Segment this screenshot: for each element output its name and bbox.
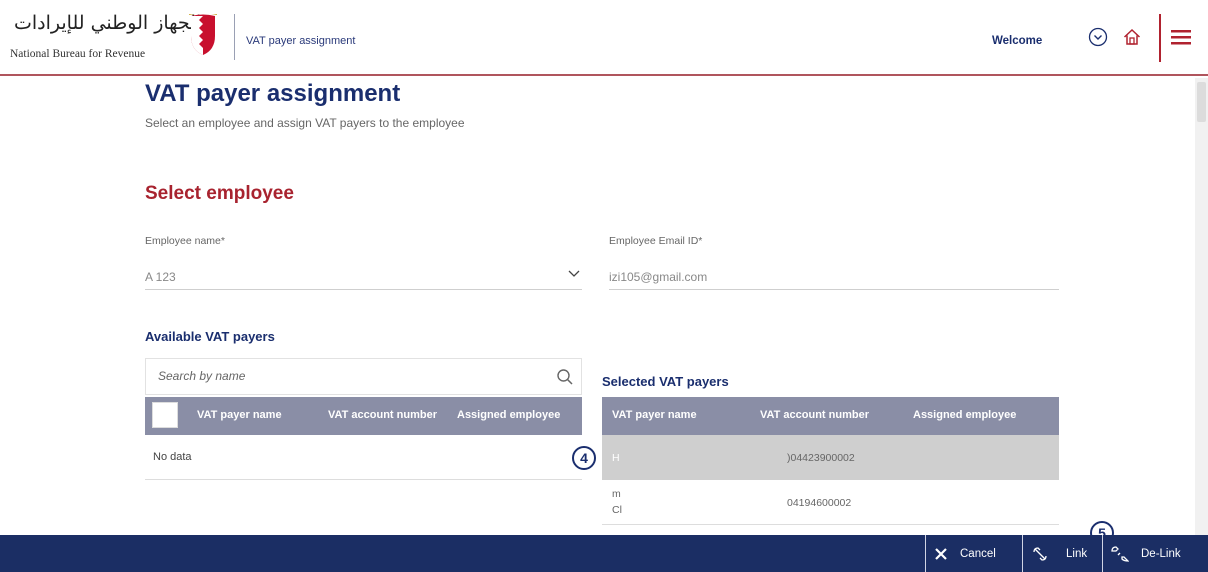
app-header: الجهاز الوطني للإيرادات National Bureau …	[0, 0, 1208, 76]
vat-payer-name-cell: m	[612, 488, 621, 500]
welcome-label[interactable]: Welcome	[992, 35, 1042, 47]
chevron-down-icon	[568, 270, 580, 277]
employee-email-underline	[609, 289, 1059, 290]
col-vat-account-number[interactable]: VAT account number	[760, 409, 869, 421]
close-icon	[935, 547, 947, 560]
page-subtitle: Select an employee and assign VAT payers…	[145, 116, 465, 130]
select-employee-title: Select employee	[145, 183, 294, 204]
employee-email-label: Employee Email ID*	[609, 235, 703, 247]
action-divider	[1102, 535, 1103, 572]
employee-name-label: Employee name*	[145, 235, 225, 247]
cancel-button[interactable]: Cancel	[934, 535, 996, 572]
delink-label: De-Link	[1141, 547, 1181, 560]
vat-payer-name-cell-line2: Cl	[612, 504, 622, 516]
col-vat-payer-name[interactable]: VAT payer name	[197, 409, 282, 421]
scrollbar-thumb[interactable]	[1197, 82, 1206, 122]
employee-email-field[interactable]: izi105@gmail.com	[609, 260, 1059, 290]
page-scrollbar[interactable]	[1195, 78, 1208, 535]
action-bar: Cancel Link De-Link	[0, 535, 1208, 572]
vat-payer-name-cell: H	[612, 452, 620, 464]
hamburger-menu-icon[interactable]	[1168, 24, 1194, 50]
logo-arabic-text: الجهاز الوطني للإيرادات	[14, 12, 202, 34]
vat-account-number-cell: 04194600002	[787, 497, 852, 509]
col-vat-account-number[interactable]: VAT account number	[328, 409, 437, 421]
employee-name-value: A 123	[145, 270, 176, 284]
chevron-down-icon[interactable]	[1085, 24, 1111, 50]
unlink-icon	[1111, 545, 1129, 562]
link-label: Link	[1066, 547, 1088, 560]
menu-divider	[1159, 14, 1161, 62]
vat-account-number-cell: )04423900002	[787, 452, 855, 464]
table-row[interactable]: H )04423900002	[602, 435, 1059, 480]
logo-english-text: National Bureau for Revenue	[10, 48, 146, 60]
available-table-header: VAT payer name VAT account number Assign…	[145, 397, 582, 435]
employee-email-value: izi105@gmail.com	[609, 270, 708, 284]
annotation-badge-4: 4	[572, 446, 596, 470]
link-icon	[1033, 546, 1047, 561]
bahrain-emblem-icon	[189, 14, 217, 55]
selected-table-header: VAT payer name VAT account number Assign…	[602, 397, 1059, 435]
search-box	[145, 358, 582, 395]
available-vat-payers-title: Available VAT payers	[145, 329, 275, 344]
header-divider	[234, 14, 235, 60]
cancel-label: Cancel	[960, 547, 996, 560]
select-all-checkbox[interactable]	[152, 402, 178, 428]
home-icon[interactable]	[1119, 24, 1145, 50]
no-data-text: No data	[153, 451, 192, 463]
action-divider	[1022, 535, 1023, 572]
available-empty-row: No data	[145, 435, 582, 480]
employee-name-underline	[145, 289, 582, 290]
nbr-logo[interactable]: الجهاز الوطني للإيرادات National Bureau …	[10, 10, 230, 72]
search-input[interactable]	[158, 369, 548, 383]
delink-button[interactable]: De-Link	[1111, 535, 1181, 572]
page-title: VAT payer assignment	[145, 80, 401, 107]
search-icon[interactable]	[556, 368, 574, 386]
col-vat-payer-name[interactable]: VAT payer name	[612, 409, 697, 421]
selected-vat-payers-title: Selected VAT payers	[602, 374, 729, 389]
link-button[interactable]: Link	[1032, 535, 1087, 572]
header-page-title: VAT payer assignment	[246, 35, 356, 47]
col-assigned-employee[interactable]: Assigned employee	[457, 409, 560, 421]
col-assigned-employee[interactable]: Assigned employee	[913, 409, 1016, 421]
action-divider	[925, 535, 926, 572]
table-row[interactable]: m Cl 04194600002	[602, 480, 1059, 525]
employee-name-select[interactable]: A 123	[145, 260, 582, 290]
